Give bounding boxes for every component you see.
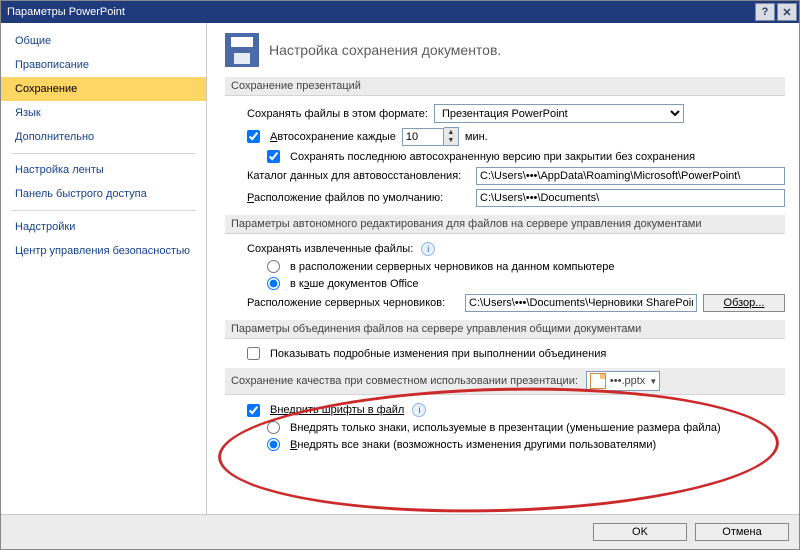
close-button[interactable]: ✕ <box>777 3 797 21</box>
radio-office-cache-label: в кэше документов Office <box>290 278 419 290</box>
help-button[interactable]: ? <box>755 3 775 21</box>
spin-up-icon[interactable]: ▲ <box>444 128 458 137</box>
autosave-unit: мин. <box>465 131 488 143</box>
sidebar-item-general[interactable]: Общие <box>1 29 206 53</box>
section-merge: Параметры объединения файлов на сервере … <box>225 320 785 339</box>
keep-last-checkbox[interactable] <box>267 150 280 163</box>
dialog: Параметры PowerPoint ? ✕ Общие Правописа… <box>0 0 800 550</box>
autorecover-label: Каталог данных для автовосстановления: <box>247 170 470 182</box>
sidebar-item-language[interactable]: Язык <box>1 101 206 125</box>
save-icon <box>225 33 259 67</box>
detailed-changes-label: Показывать подробные изменения при выпол… <box>270 348 606 360</box>
sidebar-item-advanced[interactable]: Дополнительно <box>1 125 206 149</box>
spin-down-icon[interactable]: ▼ <box>444 137 458 146</box>
sidebar-item-addins[interactable]: Надстройки <box>1 215 206 239</box>
sidebar-item-trust[interactable]: Центр управления безопасностью <box>1 239 206 263</box>
autosave-spinner[interactable]: ▲▼ <box>402 127 459 146</box>
doc-select-value: •••.pptx <box>610 375 645 387</box>
radio-embed-all[interactable] <box>267 438 280 451</box>
file-icon <box>590 373 606 389</box>
section-fonts: Сохранение качества при совместном испол… <box>225 368 785 395</box>
titlebar: Параметры PowerPoint ? ✕ <box>1 1 799 23</box>
sidebar-item-save[interactable]: Сохранение <box>1 77 206 101</box>
content: Настройка сохранения документов. Сохране… <box>207 23 799 514</box>
help-icon[interactable]: i <box>421 242 435 256</box>
section-offline: Параметры автономного редактирования для… <box>225 215 785 234</box>
sidebar-item-qat[interactable]: Панель быстрого доступа <box>1 182 206 206</box>
autosave-value[interactable] <box>402 128 444 146</box>
page-title: Настройка сохранения документов. <box>269 42 501 58</box>
help-icon[interactable]: i <box>412 403 426 417</box>
drafts-loc-label: Расположение серверных черновиков: <box>247 297 459 309</box>
section-save-pres: Сохранение презентаций <box>225 77 785 96</box>
default-loc-input[interactable] <box>476 189 785 207</box>
sidebar: Общие Правописание Сохранение Язык Допол… <box>1 23 207 514</box>
format-label: Сохранять файлы в этом формате: <box>247 108 428 120</box>
drafts-loc-input[interactable] <box>465 294 697 312</box>
extracted-label: Сохранять извлеченные файлы: <box>247 243 413 255</box>
dialog-title: Параметры PowerPoint <box>7 6 755 18</box>
sidebar-item-ribbon[interactable]: Настройка ленты <box>1 158 206 182</box>
cancel-button[interactable]: Отмена <box>695 523 789 541</box>
default-loc-label: Расположение файлов по умолчанию: <box>247 192 470 204</box>
embed-fonts-label: Внедрить шрифты в файл <box>270 404 404 416</box>
autosave-label: Автосохранение каждые <box>270 131 396 143</box>
sidebar-item-proofing[interactable]: Правописание <box>1 53 206 77</box>
chevron-down-icon: ▼ <box>649 377 657 386</box>
radio-embed-used[interactable] <box>267 421 280 434</box>
doc-select[interactable]: •••.pptx ▼ <box>586 371 660 391</box>
radio-server-drafts-label: в расположении серверных черновиков на д… <box>290 261 614 273</box>
radio-office-cache[interactable] <box>267 277 280 290</box>
detailed-changes-checkbox[interactable] <box>247 347 260 360</box>
keep-last-label: Сохранять последнюю автосохраненную верс… <box>290 151 695 163</box>
page-heading: Настройка сохранения документов. <box>225 33 785 67</box>
ok-button[interactable]: OK <box>593 523 687 541</box>
browse-button[interactable]: Обзор... <box>703 294 785 312</box>
dialog-footer: OK Отмена <box>1 514 799 549</box>
section-fonts-title: Сохранение качества при совместном испол… <box>231 375 578 387</box>
autosave-checkbox[interactable] <box>247 130 260 143</box>
radio-embed-used-label: Внедрять только знаки, используемые в пр… <box>290 422 721 434</box>
embed-fonts-checkbox[interactable] <box>247 404 260 417</box>
radio-embed-all-label: Внедрять все знаки (возможность изменени… <box>290 439 656 451</box>
autorecover-input[interactable] <box>476 167 785 185</box>
format-select[interactable]: Презентация PowerPoint <box>434 104 684 123</box>
radio-server-drafts[interactable] <box>267 260 280 273</box>
